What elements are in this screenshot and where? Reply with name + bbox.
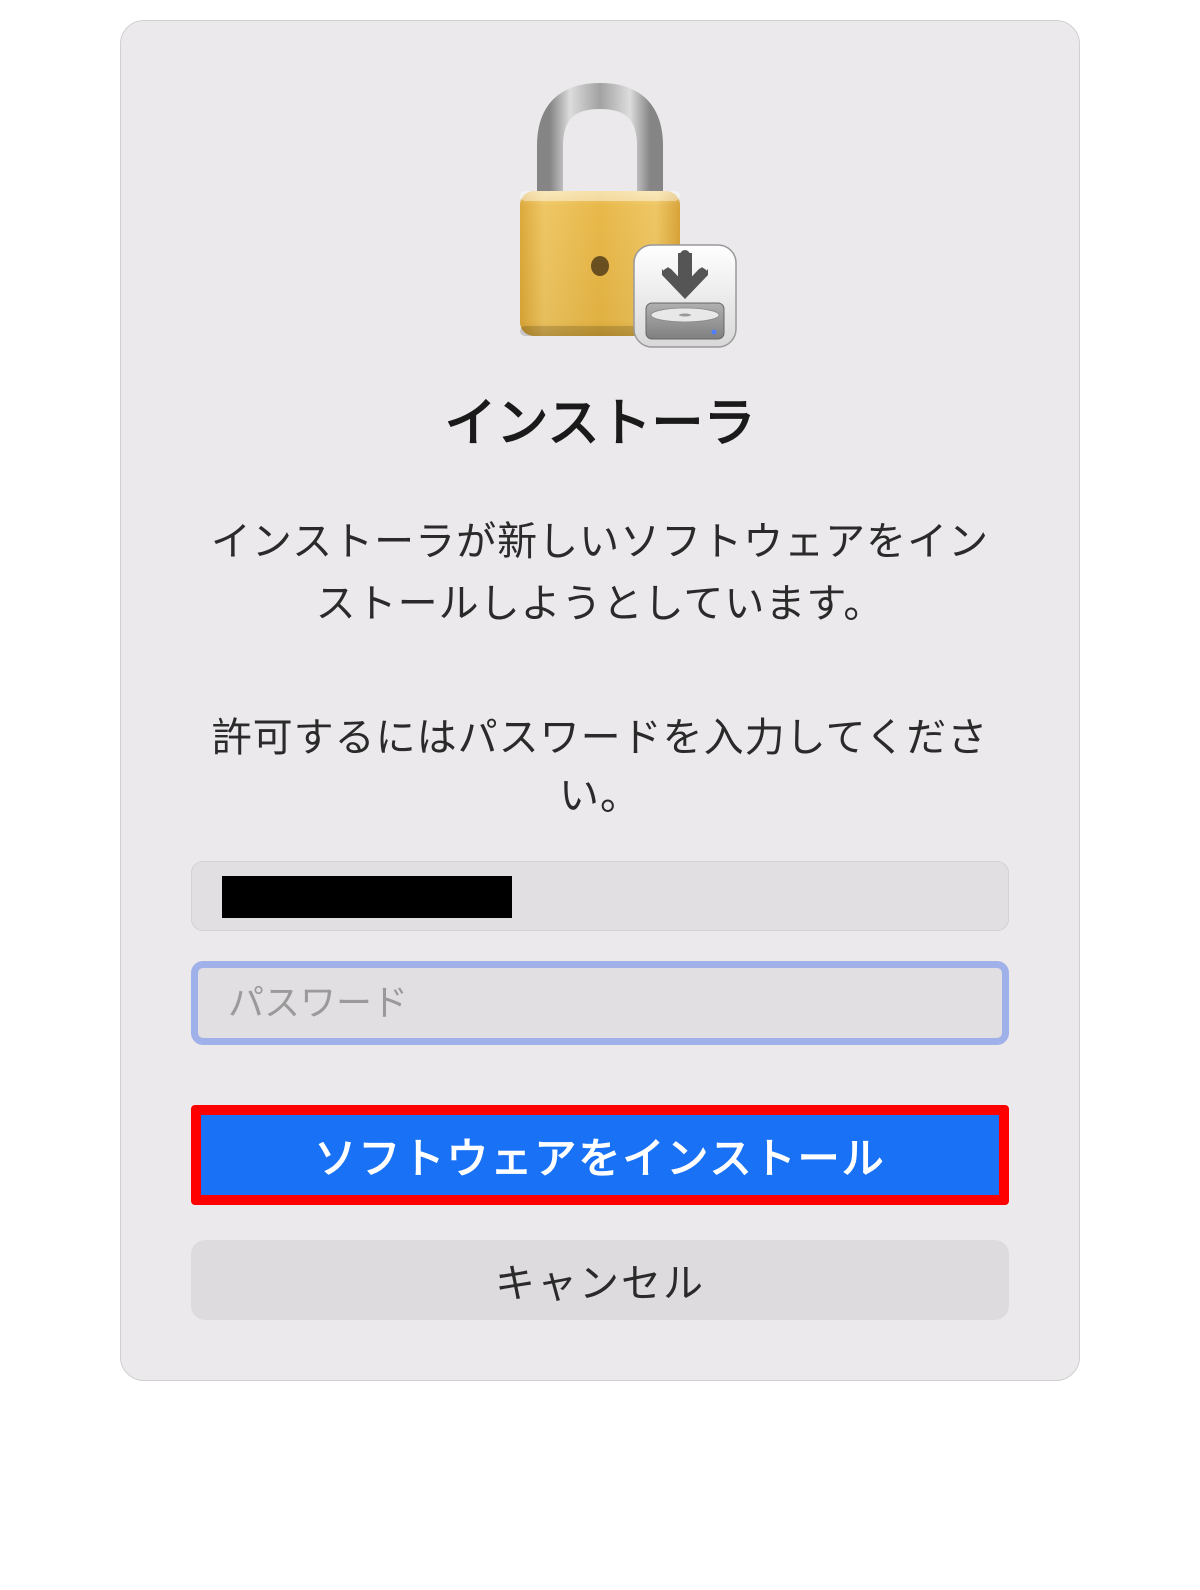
- redacted-username: [222, 876, 512, 918]
- password-prompt: 許可するにはパスワードを入力してください。: [191, 705, 1009, 821]
- download-arrow-icon: [630, 241, 740, 351]
- username-field[interactable]: [191, 861, 1009, 931]
- auth-dialog: インストーラ インストーラが新しいソフトウェアをインストールしようとしています。…: [120, 20, 1080, 1381]
- dialog-icon-container: [191, 71, 1009, 351]
- dialog-message: インストーラが新しいソフトウェアをインストールしようとしています。: [191, 511, 1009, 635]
- password-field-container: [191, 961, 1009, 1045]
- cancel-button[interactable]: キャンセル: [191, 1240, 1009, 1320]
- dialog-title: インストーラ: [191, 381, 1009, 456]
- install-software-button[interactable]: ソフトウェアをインストール: [191, 1105, 1009, 1205]
- password-input[interactable]: [228, 968, 972, 1038]
